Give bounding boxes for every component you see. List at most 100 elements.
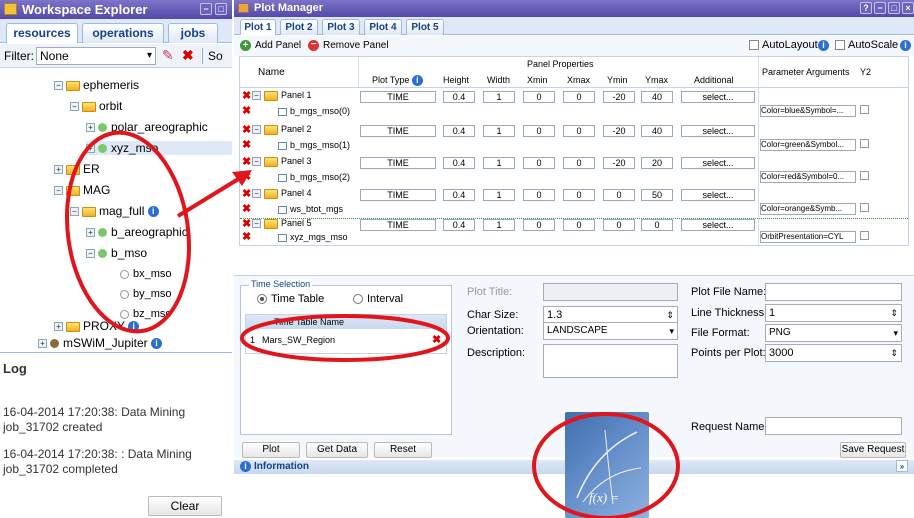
- ymax-field[interactable]: 40: [641, 125, 673, 137]
- y2-checkbox[interactable]: [860, 171, 869, 180]
- plot-type-field[interactable]: TIME: [360, 157, 436, 169]
- height-field[interactable]: 0.4: [443, 125, 475, 137]
- tab-plot-5[interactable]: Plot 5: [406, 19, 444, 35]
- ymin-field[interactable]: 0: [603, 219, 635, 231]
- ymax-field[interactable]: 50: [641, 189, 673, 201]
- tab-resources[interactable]: resources: [6, 23, 78, 43]
- orientation-select[interactable]: LANDSCAPE ▾: [543, 322, 678, 340]
- panel-name[interactable]: − Panel 2: [252, 124, 312, 135]
- additional-select[interactable]: select...: [681, 219, 755, 231]
- delete-param-icon[interactable]: ✖: [242, 170, 251, 183]
- description-input[interactable]: [543, 344, 678, 378]
- panel-row[interactable]: ✖ − Panel 4 TIME 0.4 1 0 0 0 50 select...…: [240, 187, 908, 219]
- tree-item-ephemeris[interactable]: − ephemeris: [54, 78, 139, 92]
- param-args-field[interactable]: Color=red&Symbol=0...: [760, 171, 856, 183]
- plot-button[interactable]: Plot: [242, 442, 300, 458]
- delete-panel-icon[interactable]: ✖: [242, 123, 251, 136]
- remove-panel-button[interactable]: Remove Panel: [323, 40, 389, 51]
- ymax-field[interactable]: 20: [641, 157, 673, 169]
- xmax-field[interactable]: 0: [563, 91, 595, 103]
- width-field[interactable]: 1: [483, 219, 515, 231]
- xmin-field[interactable]: 0: [523, 91, 555, 103]
- remove-icon[interactable]: −: [308, 40, 319, 51]
- xmax-field[interactable]: 0: [563, 189, 595, 201]
- edit-icon[interactable]: ✎: [162, 47, 174, 64]
- height-field[interactable]: 0.4: [443, 189, 475, 201]
- plot-type-field[interactable]: TIME: [360, 91, 436, 103]
- param-args-field[interactable]: Color=orange&Symb...: [760, 203, 856, 215]
- tree-item-bx-mso[interactable]: bx_mso: [120, 268, 172, 280]
- expand-icon[interactable]: »: [896, 460, 908, 472]
- plot-type-field[interactable]: TIME: [360, 125, 436, 137]
- reset-button[interactable]: Reset: [374, 442, 432, 458]
- param-name[interactable]: xyz_mgs_mso: [278, 232, 348, 242]
- plot-title-input[interactable]: [543, 283, 678, 301]
- tree-item-by-mso[interactable]: by_mso: [120, 288, 172, 300]
- y2-checkbox[interactable]: [860, 203, 869, 212]
- plot-file-name-input[interactable]: [765, 283, 902, 301]
- info-icon[interactable]: i: [128, 321, 140, 333]
- plot-type-field[interactable]: TIME: [360, 219, 436, 231]
- ymin-field[interactable]: -20: [603, 157, 635, 169]
- y2-checkbox[interactable]: [860, 105, 869, 114]
- close-button[interactable]: ×: [902, 2, 914, 14]
- panel-row[interactable]: ✖ − Panel 2 TIME 0.4 1 0 0 -20 40 select.…: [240, 123, 908, 155]
- ymax-field[interactable]: 0: [641, 219, 673, 231]
- xmin-field[interactable]: 0: [523, 219, 555, 231]
- xmin-field[interactable]: 0: [523, 125, 555, 137]
- param-name[interactable]: b_mgs_mso(2): [278, 172, 350, 182]
- autoscale-checkbox[interactable]: [835, 40, 845, 50]
- param-args-field[interactable]: OrbitPresentation=CYL: [760, 231, 856, 243]
- tab-operations[interactable]: operations: [82, 23, 164, 43]
- height-field[interactable]: 0.4: [443, 219, 475, 231]
- plot-type-field[interactable]: TIME: [360, 189, 436, 201]
- save-request-button[interactable]: Save Request: [840, 442, 906, 458]
- panel-name[interactable]: − Panel 1: [252, 90, 312, 101]
- delete-panel-icon[interactable]: ✖: [242, 187, 251, 200]
- autolayout-checkbox[interactable]: [749, 40, 759, 50]
- time-table-name[interactable]: Mars_SW_Region: [262, 335, 335, 345]
- tree-item-xyz-mso[interactable]: + xyz_mso: [86, 141, 232, 155]
- add-panel-button[interactable]: Add Panel: [255, 40, 301, 51]
- param-args-field[interactable]: Color=green&Symbol...: [760, 139, 856, 151]
- file-format-select[interactable]: PNG ▾: [765, 324, 902, 342]
- filter-select[interactable]: None ▾: [36, 47, 156, 65]
- info-icon[interactable]: i: [151, 338, 163, 350]
- help-button[interactable]: ?: [860, 2, 872, 14]
- xmax-field[interactable]: 0: [563, 219, 595, 231]
- tree-item-mag-full[interactable]: − mag_full i: [70, 204, 159, 218]
- minimize-button[interactable]: −: [874, 2, 886, 14]
- request-name-input[interactable]: [765, 417, 902, 435]
- tree-item-orbit[interactable]: − orbit: [70, 99, 122, 113]
- stepper-icon[interactable]: ⇕: [666, 307, 674, 323]
- tab-plot-3[interactable]: Plot 3: [322, 19, 360, 35]
- add-icon[interactable]: +: [240, 40, 251, 51]
- get-data-button[interactable]: Get Data: [306, 442, 368, 458]
- ymin-field[interactable]: -20: [603, 125, 635, 137]
- param-name[interactable]: b_mgs_mso(0): [278, 106, 350, 116]
- delete-param-icon[interactable]: ✖: [242, 202, 251, 215]
- height-field[interactable]: 0.4: [443, 91, 475, 103]
- width-field[interactable]: 1: [483, 91, 515, 103]
- minimize-button[interactable]: −: [200, 3, 212, 15]
- tree-item-polar-areographic[interactable]: + polar_areographic: [86, 120, 208, 134]
- info-icon[interactable]: i: [411, 75, 423, 87]
- ymax-field[interactable]: 40: [641, 91, 673, 103]
- additional-select[interactable]: select...: [681, 125, 755, 137]
- stepper-icon[interactable]: ⇕: [890, 305, 898, 321]
- tab-plot-4[interactable]: Plot 4: [364, 19, 402, 35]
- ymin-field[interactable]: -20: [603, 91, 635, 103]
- height-field[interactable]: 0.4: [443, 157, 475, 169]
- y2-checkbox[interactable]: [860, 231, 869, 240]
- additional-select[interactable]: select...: [681, 91, 755, 103]
- panel-row[interactable]: ✖ − Panel 5 TIME 0.4 1 0 0 0 0 select... …: [240, 217, 908, 249]
- width-field[interactable]: 1: [483, 157, 515, 169]
- panel-row[interactable]: ✖ − Panel 1 TIME 0.4 1 0 0 -20 40 select.…: [240, 89, 908, 121]
- width-field[interactable]: 1: [483, 189, 515, 201]
- time-table-radio[interactable]: [257, 294, 267, 304]
- panel-name[interactable]: − Panel 3: [252, 156, 312, 167]
- additional-select[interactable]: select...: [681, 189, 755, 201]
- xmin-field[interactable]: 0: [523, 189, 555, 201]
- maximize-button[interactable]: □: [215, 3, 227, 15]
- info-icon[interactable]: i: [147, 206, 159, 218]
